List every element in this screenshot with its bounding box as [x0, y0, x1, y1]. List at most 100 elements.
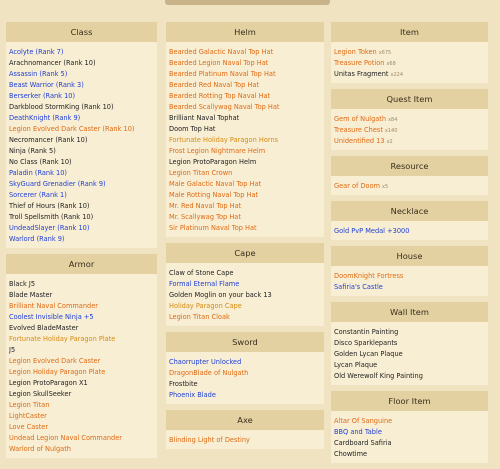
inventory-item[interactable]: Gear of Doom x5 [334, 181, 485, 192]
resource-panel: Resource Gear of Doom x5 [331, 156, 488, 195]
inventory-item[interactable]: Bearded Legion Naval Top Hat [169, 58, 321, 69]
panel-title: Necklace [331, 201, 488, 221]
item-label: Frostbite [169, 380, 198, 388]
inventory-item[interactable]: Constantin Painting [334, 327, 485, 338]
class-panel: Class Acolyte (Rank 7) Arachnomancer (Rank… [6, 22, 157, 248]
inventory-item[interactable]: Thief of Hours (Rank 10) [9, 201, 154, 212]
inventory-item[interactable]: Sorcerer (Rank 1) [9, 190, 154, 201]
inventory-item[interactable]: Mr. Scallywag Top Hat [169, 212, 321, 223]
inventory-item[interactable]: Claw of Stone Cape [169, 268, 321, 279]
top-tab-strip [165, 0, 330, 5]
inventory-item[interactable]: Treasure Potion x68 [334, 58, 485, 69]
inventory-item[interactable]: Arachnomancer (Rank 10) [9, 58, 154, 69]
inventory-item[interactable]: Legion Token x675 [334, 47, 485, 58]
inventory-item[interactable]: SkyGuard Grenadier (Rank 9) [9, 179, 154, 190]
item-label: Treasure Potion [334, 59, 385, 67]
inventory-item[interactable]: Assassin (Rank 5) [9, 69, 154, 80]
inventory-item[interactable]: Bearded Scallywag Naval Top Hat [169, 102, 321, 113]
inventory-item[interactable]: DoomKnight Fortress [334, 271, 485, 282]
inventory-item[interactable]: LightCaster [9, 411, 154, 422]
inventory-item[interactable]: Fortunate Holiday Paragon Horns [169, 135, 321, 146]
inventory-item[interactable]: Mr. Red Naval Top Hat [169, 201, 321, 212]
inventory-item[interactable]: Sir Platinum Naval Top Hat [169, 223, 321, 234]
inventory-item[interactable]: Coolest Invisible Ninja +5 [9, 312, 154, 323]
inventory-item[interactable]: Berserker (Rank 10) [9, 91, 154, 102]
inventory-item[interactable]: Warlord (Rank 9) [9, 234, 154, 245]
inventory-item[interactable]: Fortunate Holiday Paragon Plate [9, 334, 154, 345]
inventory-item[interactable]: Frost Legion Nightmare Helm [169, 146, 321, 157]
inventory-item[interactable]: Unitas Fragment x224 [334, 69, 485, 80]
item-label: DoomKnight Fortress [334, 272, 404, 280]
inventory-item[interactable]: Necromancer (Rank 10) [9, 135, 154, 146]
inventory-item[interactable]: Evolved BladeMaster [9, 323, 154, 334]
inventory-item[interactable]: Chaorrupter Unlocked [169, 357, 321, 368]
inventory-item[interactable]: Legion Evolved Dark Caster [9, 356, 154, 367]
inventory-item[interactable]: Black J5 [9, 279, 154, 290]
inventory-item[interactable]: Bearded Platinum Naval Top Hat [169, 69, 321, 80]
inventory-item[interactable]: Acolyte (Rank 7) [9, 47, 154, 58]
panel-title: Helm [166, 22, 324, 42]
inventory-item[interactable]: J5 [9, 345, 154, 356]
inventory-item[interactable]: Beast Warrior (Rank 3) [9, 80, 154, 91]
item-label: Fortunate Holiday Paragon Plate [9, 335, 116, 343]
inventory-item[interactable]: Paladin (Rank 10) [9, 168, 154, 179]
inventory-item[interactable]: Treasure Chest x140 [334, 125, 485, 136]
inventory-item[interactable]: Legion SkullSeeker [9, 389, 154, 400]
inventory-item[interactable]: Golden Moglin on your back 13 [169, 290, 321, 301]
inventory-item[interactable]: Legion ProtoParagon X1 [9, 378, 154, 389]
item-label: Legion Token [334, 48, 377, 56]
inventory-item[interactable]: Old Werewolf King Painting [334, 371, 485, 382]
inventory-item[interactable]: Darkblood StormKing (Rank 10) [9, 102, 154, 113]
inventory-item[interactable]: BBQ and Table [334, 427, 485, 438]
panel-title: Floor Item [331, 391, 488, 411]
inventory-item[interactable]: Legion Titan Cloak [169, 312, 321, 323]
item-label: Evolved BladeMaster [9, 324, 79, 332]
inventory-item[interactable]: Bearded Red Naval Top Hat [169, 80, 321, 91]
inventory-item[interactable]: Bearded Rotting Top Naval Hat [169, 91, 321, 102]
item-label: SkyGuard Grenadier (Rank 9) [9, 180, 106, 188]
item-label: Undead Legion Naval Commander [9, 434, 123, 442]
inventory-item[interactable]: Male Galactic Naval Top Hat [169, 179, 321, 190]
inventory-item[interactable]: Golden Lycan Plaque [334, 349, 485, 360]
inventory-item[interactable]: Frostbite [169, 379, 321, 390]
inventory-item[interactable]: Chowtime [334, 449, 485, 460]
inventory-item[interactable]: Phoenix Blade [169, 390, 321, 401]
item-label: Bearded Scallywag Naval Top Hat [169, 103, 280, 111]
inventory-item[interactable]: Disco Sparklepants [334, 338, 485, 349]
inventory-item[interactable]: DeathKnight (Rank 9) [9, 113, 154, 124]
item-quantity: x675 [378, 50, 392, 56]
inventory-item[interactable]: UndeadSlayer (Rank 10) [9, 223, 154, 234]
inventory-item[interactable]: Unidentified 13 x2 [334, 136, 485, 147]
inventory-item[interactable]: No Class (Rank 10) [9, 157, 154, 168]
inventory-item[interactable]: Safiria's Castle [334, 282, 485, 293]
inventory-item[interactable]: Formal Eternal Flame [169, 279, 321, 290]
item-label: Cardboard Safiria [334, 439, 392, 447]
inventory-item[interactable]: Legion Holiday Paragon Plate [9, 367, 154, 378]
item-label: Safiria's Castle [334, 283, 383, 291]
inventory-item[interactable]: Altar Of Sanguine [334, 416, 485, 427]
inventory-item[interactable]: Legion ProtoParagon Helm [169, 157, 321, 168]
item-label: Mr. Scallywag Top Hat [169, 213, 241, 221]
inventory-item[interactable]: Male Rotting Naval Top Hat [169, 190, 321, 201]
inventory-item[interactable]: Legion Titan [9, 400, 154, 411]
inventory-item[interactable]: Gem of Nulgath x84 [334, 114, 485, 125]
inventory-item[interactable]: Blinding Light of Destiny [169, 435, 321, 446]
inventory-item[interactable]: Legion Titan Crown [169, 168, 321, 179]
inventory-item[interactable]: Warlord of Nulgath [9, 444, 154, 455]
inventory-item[interactable]: Brilliant Naval Tophat [169, 113, 321, 124]
inventory-item[interactable]: Legion Evolved Dark Caster (Rank 10) [9, 124, 154, 135]
inventory-item[interactable]: Troll Spellsmith (Rank 10) [9, 212, 154, 223]
inventory-item[interactable]: Ninja (Rank 5) [9, 146, 154, 157]
inventory-item[interactable]: Blade Master [9, 290, 154, 301]
inventory-item[interactable]: Lycan Plaque [334, 360, 485, 371]
inventory-item[interactable]: Love Caster [9, 422, 154, 433]
inventory-item[interactable]: Gold PvP Medal +3000 [334, 226, 485, 237]
inventory-item[interactable]: Holiday Paragon Cape [169, 301, 321, 312]
inventory-item[interactable]: Undead Legion Naval Commander [9, 433, 154, 444]
inventory-item[interactable]: Brilliant Naval Commander [9, 301, 154, 312]
inventory-item[interactable]: DragonBlade of Nulgath [169, 368, 321, 379]
necklace-panel: Necklace Gold PvP Medal +3000 [331, 201, 488, 240]
panel-item-list: Claw of Stone Cape Formal Eternal Flame Go… [166, 263, 324, 326]
inventory-item[interactable]: Bearded Galactic Naval Top Hat [169, 47, 321, 58]
inventory-item[interactable]: Doom Top Hat [169, 124, 321, 135]
